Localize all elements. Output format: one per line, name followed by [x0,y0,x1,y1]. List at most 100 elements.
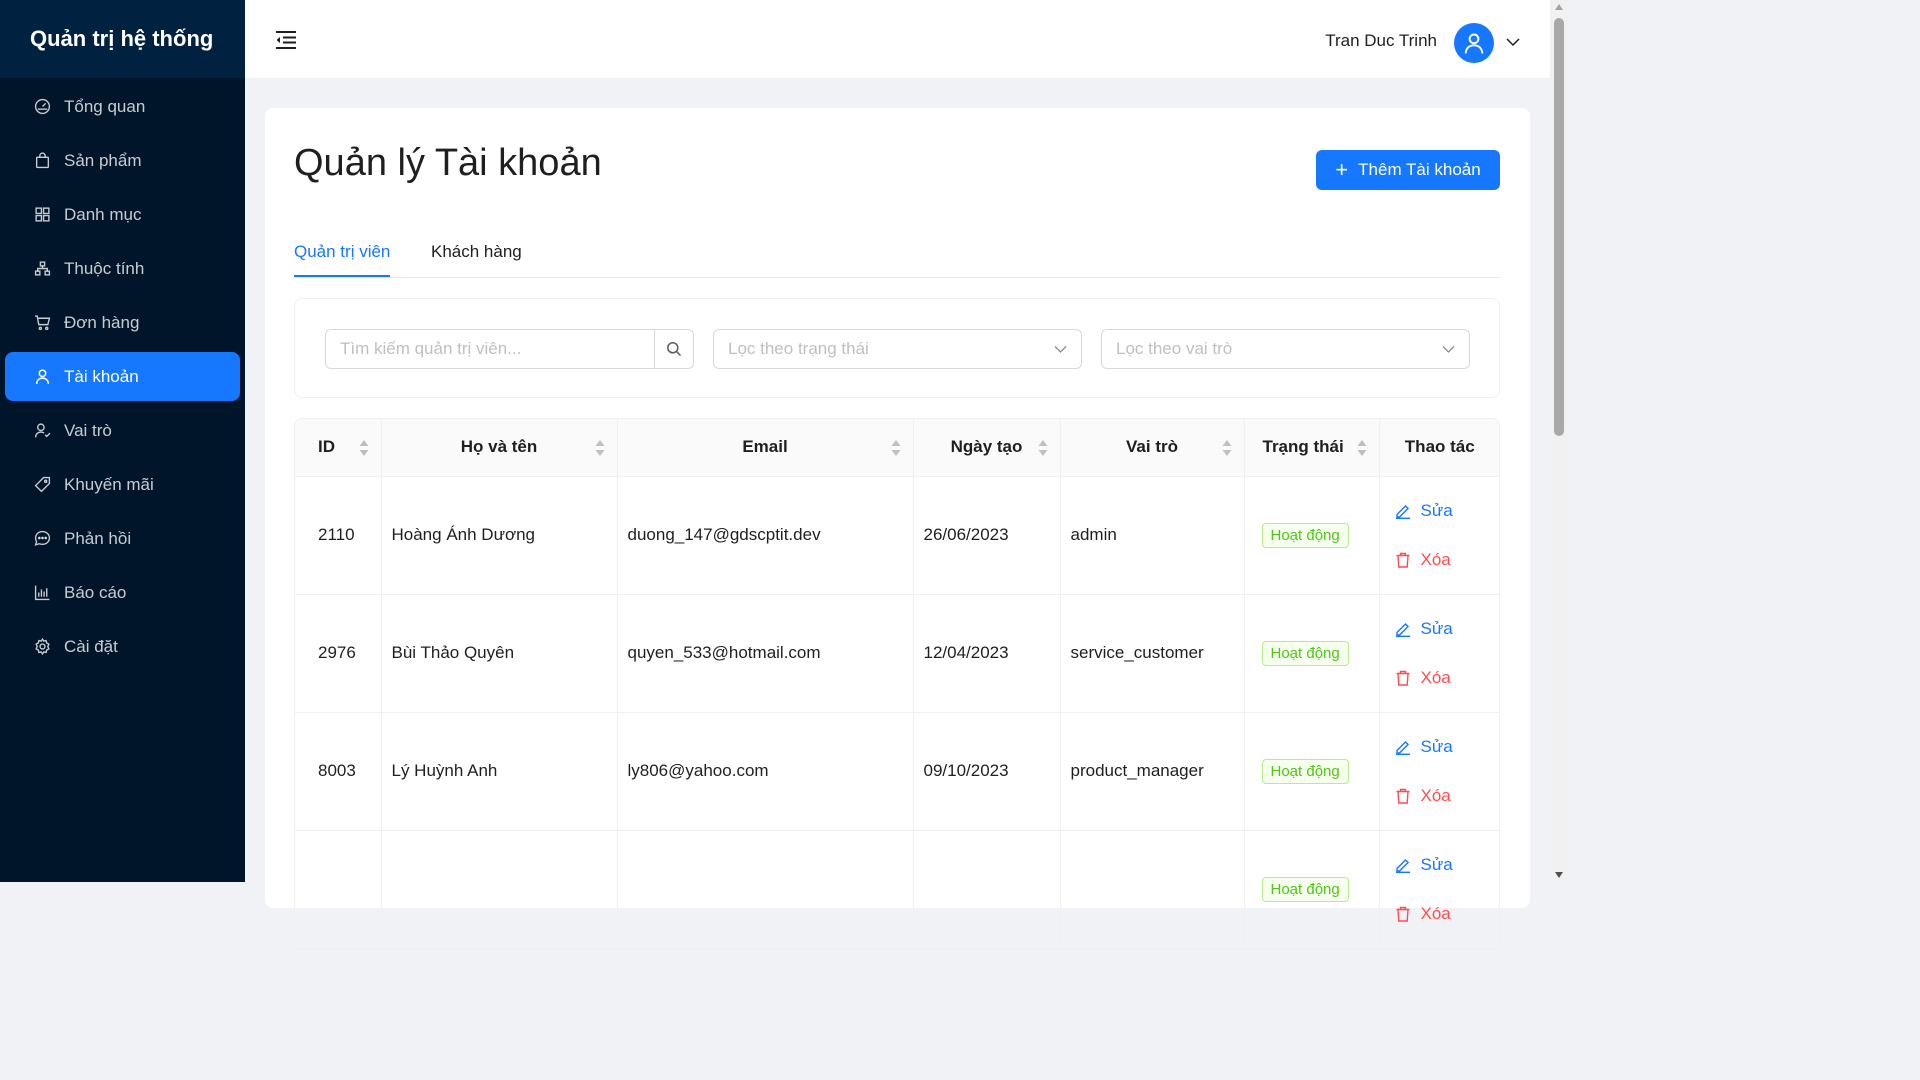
user-name[interactable]: Tran Duc Trinh [1325,31,1437,51]
chevron-down-icon[interactable] [1506,34,1520,47]
column-header-status[interactable]: Trạng thái [1244,419,1380,477]
role-filter-placeholder: Lọc theo vai trò [1116,339,1233,358]
sort-icon[interactable] [1222,439,1232,457]
cell-created: 12/04/2023 [913,594,1061,713]
column-header-created[interactable]: Ngày tạo [913,419,1061,477]
edit-button[interactable]: Sửa [1395,735,1500,759]
delete-label: Xóa [1420,785,1451,805]
sidebar-item-settings[interactable]: Cài đặt [5,622,240,671]
menu-collapse-icon[interactable] [275,30,297,50]
sidebar-item-products[interactable]: Sản phẩm [5,136,240,185]
trash-icon [1396,670,1409,686]
sort-icon[interactable] [1357,439,1367,457]
sidebar-item-label: Báo cáo [64,582,127,602]
column-header-label: Trạng thái [1262,437,1344,457]
cell-id: 2976 [295,594,382,713]
page-scrollbar[interactable] [1550,0,1568,882]
delete-label: Xóa [1420,667,1451,687]
cell-email: ly806@yahoo.com [617,712,914,831]
sidebar-item-attributes[interactable]: Thuộc tính [5,244,240,293]
edit-button[interactable]: Sửa [1395,853,1500,877]
filter-panel: Lọc theo trạng thái Lọc theo vai trò [294,298,1500,398]
brand-title: Quản trị hệ thống [0,0,245,78]
delete-button[interactable]: Xóa [1395,548,1500,572]
sidebar-item-accounts[interactable]: Tài khoản [5,352,240,401]
cell-status: Hoạt động [1244,712,1380,831]
cell-created: 09/10/2023 [913,712,1061,831]
user-icon [34,368,51,385]
sidebar-item-reports[interactable]: Báo cáo [5,568,240,617]
table-row: 2976 Bùi Thảo Quyên quyen_533@hotmail.co… [295,594,1500,713]
sidebar-item-label: Đơn hàng [64,312,140,332]
cell-name [381,830,618,949]
message-icon [34,530,51,547]
delete-button[interactable]: Xóa [1395,902,1500,926]
user-role-icon [34,422,51,439]
column-header-label: Vai trò [1126,437,1178,457]
grid-icon [34,206,51,223]
cell-status: Hoạt động [1244,830,1380,949]
search-button[interactable] [655,329,694,369]
column-header-name[interactable]: Họ và tên [381,419,618,477]
sidebar-item-overview[interactable]: Tổng quan [5,82,240,131]
column-header-role[interactable]: Vai trò [1060,419,1245,477]
chevron-down-icon [1054,346,1067,353]
sidebar-item-feedback[interactable]: Phản hồi [5,514,240,563]
column-header-id[interactable]: ID [295,419,382,477]
edit-button[interactable]: Sửa [1395,617,1500,641]
sidebar-item-label: Tổng quan [64,96,146,116]
trash-icon [1396,906,1409,922]
status-badge: Hoạt động [1261,758,1349,784]
sort-icon[interactable] [595,439,605,457]
table-header-row: ID Họ và tên Email Ngày tạo Vai trò Trạn… [295,419,1499,477]
role-filter-select[interactable]: Lọc theo vai trò [1101,329,1470,369]
sidebar-item-label: Danh mục [64,204,142,224]
cell-id: 2110 [295,476,382,595]
table-row: Hoạt động Sửa Xóa [295,830,1500,949]
column-header-actions: Thao tác [1379,419,1499,477]
scroll-down-arrow[interactable] [1555,872,1563,878]
sort-icon[interactable] [891,439,901,457]
cell-email: duong_147@gdscptit.dev [617,476,914,595]
tab-customers[interactable]: Khách hàng [431,242,522,275]
sort-icon[interactable] [359,439,369,457]
add-account-button[interactable]: + Thêm Tài khoản [1316,150,1500,190]
plus-icon: + [1335,157,1349,182]
bar-chart-icon [34,584,51,601]
status-filter-select[interactable]: Lọc theo trạng thái [713,329,1082,369]
sidebar-item-label: Tài khoản [64,366,139,386]
accounts-table: ID Họ và tên Email Ngày tạo Vai trò Trạn… [294,418,1500,950]
sidebar-item-promotions[interactable]: Khuyến mãi [5,460,240,509]
table-row: 8003 Lý Huỳnh Anh ly806@yahoo.com 09/10/… [295,712,1500,831]
cell-actions: Sửa Xóa [1379,830,1500,949]
sidebar-item-categories[interactable]: Danh mục [5,190,240,239]
avatar[interactable] [1454,23,1494,63]
delete-button[interactable]: Xóa [1395,666,1500,690]
user-icon [1464,33,1484,54]
sidebar-item-label: Phản hồi [64,528,132,548]
search-icon [667,342,682,357]
trash-icon [1396,552,1409,568]
sidebar-item-label: Vai trò [64,420,112,440]
column-header-email[interactable]: Email [617,419,914,477]
sort-icon[interactable] [1038,439,1048,457]
cell-role [1060,830,1245,949]
sidebar-item-orders[interactable]: Đơn hàng [5,298,240,347]
edit-label: Sửa [1420,736,1453,756]
sidebar-item-label: Sản phẩm [64,150,142,170]
page-title: Quản lý Tài khoản [294,142,602,184]
search-input[interactable] [325,329,656,369]
sidebar-item-roles[interactable]: Vai trò [5,406,240,455]
cell-status: Hoạt động [1244,594,1380,713]
tab-admins[interactable]: Quản trị viên [294,242,391,277]
column-header-label: Ngày tạo [950,437,1023,457]
scroll-up-arrow[interactable] [1555,4,1563,10]
sidebar-item-label: Cài đặt [64,636,118,656]
delete-button[interactable]: Xóa [1395,784,1500,808]
sidebar-item-label: Khuyến mãi [64,474,154,494]
trash-icon [1396,788,1409,804]
edit-icon [1395,504,1410,519]
edit-button[interactable]: Sửa [1395,499,1500,523]
cell-role: product_manager [1060,712,1245,831]
scrollbar-thumb[interactable] [1554,18,1564,436]
